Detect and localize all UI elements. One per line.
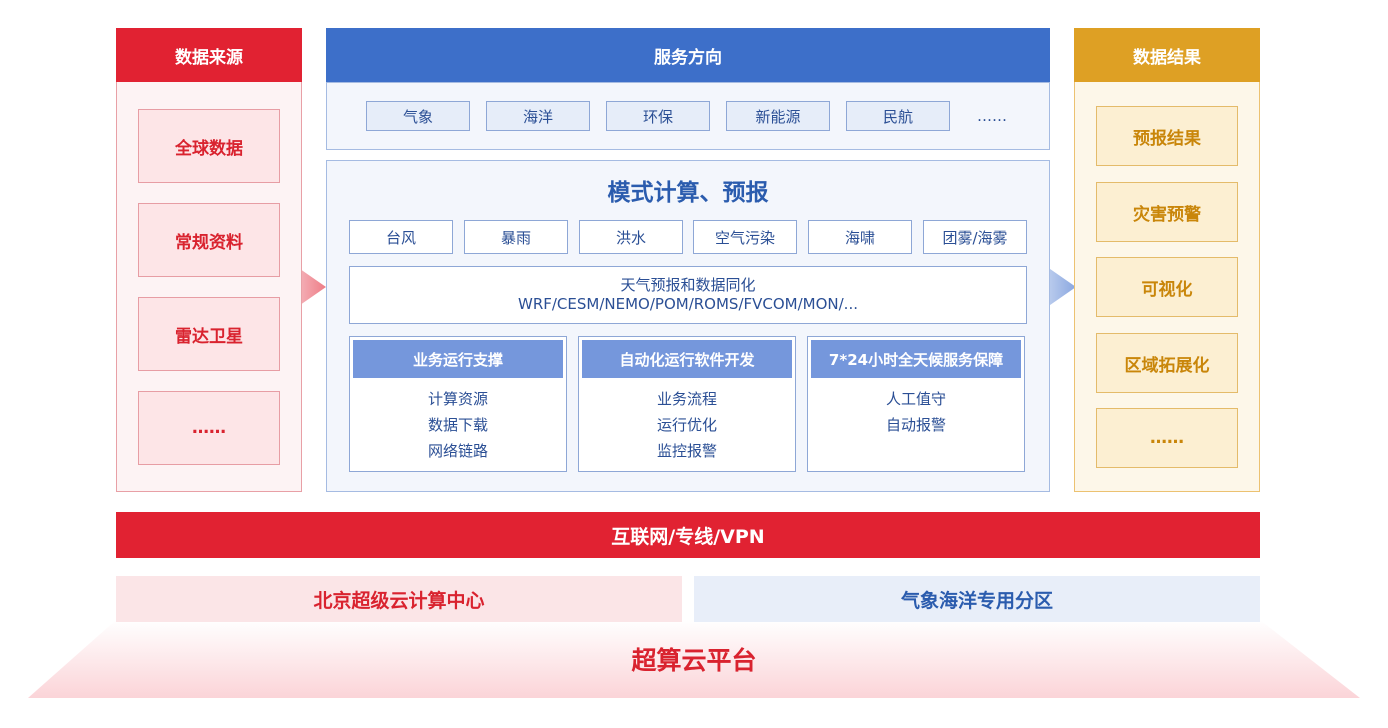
data-results-title: 数据结果 [1074,28,1260,82]
model-list-box: 天气预报和数据同化 WRF/CESM/NEMO/POM/ROMS/FVCOM/M… [349,266,1027,324]
support-panel-list: 计算资源 数据下载 网络链路 [353,386,563,464]
service-guarantee-panel-item: 自动报警 [885,416,946,434]
data-source-item: 全球数据 [138,109,280,183]
automation-panel-item: 监控报警 [656,442,717,460]
beijing-center-band: 北京超级云计算中心 [116,576,682,622]
service-tag: 海洋 [486,101,590,131]
hazard-tag: 台风 [349,220,453,254]
support-panel-title: 业务运行支撑 [353,340,563,378]
service-direction-title: 服务方向 [326,28,1050,82]
service-tag: 环保 [606,101,710,131]
support-panel-item: 数据下载 [427,416,488,434]
model-list-heading: 天气预报和数据同化 [620,276,756,294]
service-tag: 新能源 [726,101,830,131]
data-result-item: 可视化 [1096,257,1238,317]
automation-panel-list: 业务流程 运行优化 监控报警 [582,386,792,464]
support-panel-item: 计算资源 [427,390,488,408]
hazard-tag: 暴雨 [464,220,568,254]
data-sources-title: 数据来源 [116,28,302,82]
service-guarantee-panel-list: 人工值守 自动报警 [811,386,1021,438]
platform-title: 超算云平台 [631,646,757,675]
data-result-item: 灾害预警 [1096,182,1238,242]
service-more: …… [977,107,1007,125]
meteo-partition-band: 气象海洋专用分区 [694,576,1260,622]
data-result-item: 预报结果 [1096,106,1238,166]
model-forecast-title: 模式计算、预报 [607,180,769,206]
network-band: 互联网/专线/VPN [116,512,1260,558]
model-list-names: WRF/CESM/NEMO/POM/ROMS/FVCOM/MON/... [518,295,858,313]
automation-panel-title: 自动化运行软件开发 [582,340,792,378]
hazard-tag: 海啸 [808,220,912,254]
data-result-item: …… [1096,408,1238,468]
hazard-tag: 团雾/海雾 [923,220,1027,254]
service-guarantee-panel-title: 7*24小时全天候服务保障 [811,340,1021,378]
service-tag: 气象 [366,101,470,131]
data-source-item: 常规资料 [138,203,280,277]
automation-panel-item: 运行优化 [656,416,717,434]
automation-panel-item: 业务流程 [656,390,717,408]
data-result-item: 区域拓展化 [1096,333,1238,393]
hazard-tag: 空气污染 [693,220,797,254]
data-source-item: 雷达卫星 [138,297,280,371]
support-panel-item: 网络链路 [427,442,488,460]
service-guarantee-panel-item: 人工值守 [885,390,946,408]
service-tag: 民航 [846,101,950,131]
data-source-item: …… [138,391,280,465]
hazard-tag: 洪水 [579,220,683,254]
